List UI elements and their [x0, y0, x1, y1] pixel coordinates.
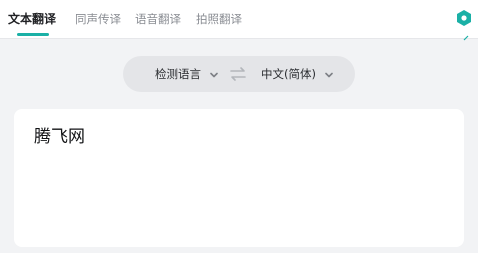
tab-simultaneous-interpretation[interactable]: 同声传译 — [75, 11, 121, 27]
tab-photo-translation[interactable]: 拍照翻译 — [196, 11, 242, 27]
active-tab-indicator — [17, 33, 49, 36]
tab-voice-translation[interactable]: 语音翻译 — [135, 11, 181, 27]
corner-chevron-icon — [463, 35, 469, 41]
source-text-input[interactable]: 腾飞网 — [34, 126, 444, 236]
language-selector-bar: 检测语言 中文(简体) — [123, 56, 355, 92]
swap-arrows-icon[interactable] — [229, 66, 247, 82]
target-language-select[interactable]: 中文(简体) — [261, 66, 333, 82]
hexagon-settings-icon[interactable] — [455, 9, 473, 27]
tab-text-translation[interactable]: 文本翻译 — [8, 11, 56, 27]
source-language-select[interactable]: 检测语言 — [155, 66, 218, 82]
target-language-label: 中文(简体) — [261, 67, 316, 81]
source-language-label: 检测语言 — [155, 67, 201, 81]
chevron-down-icon — [324, 72, 333, 77]
chevron-down-icon — [209, 72, 218, 77]
translation-input-card: 腾飞网 — [14, 109, 464, 247]
top-tab-bar: 文本翻译 同声传译 语音翻译 拍照翻译 — [0, 0, 478, 39]
